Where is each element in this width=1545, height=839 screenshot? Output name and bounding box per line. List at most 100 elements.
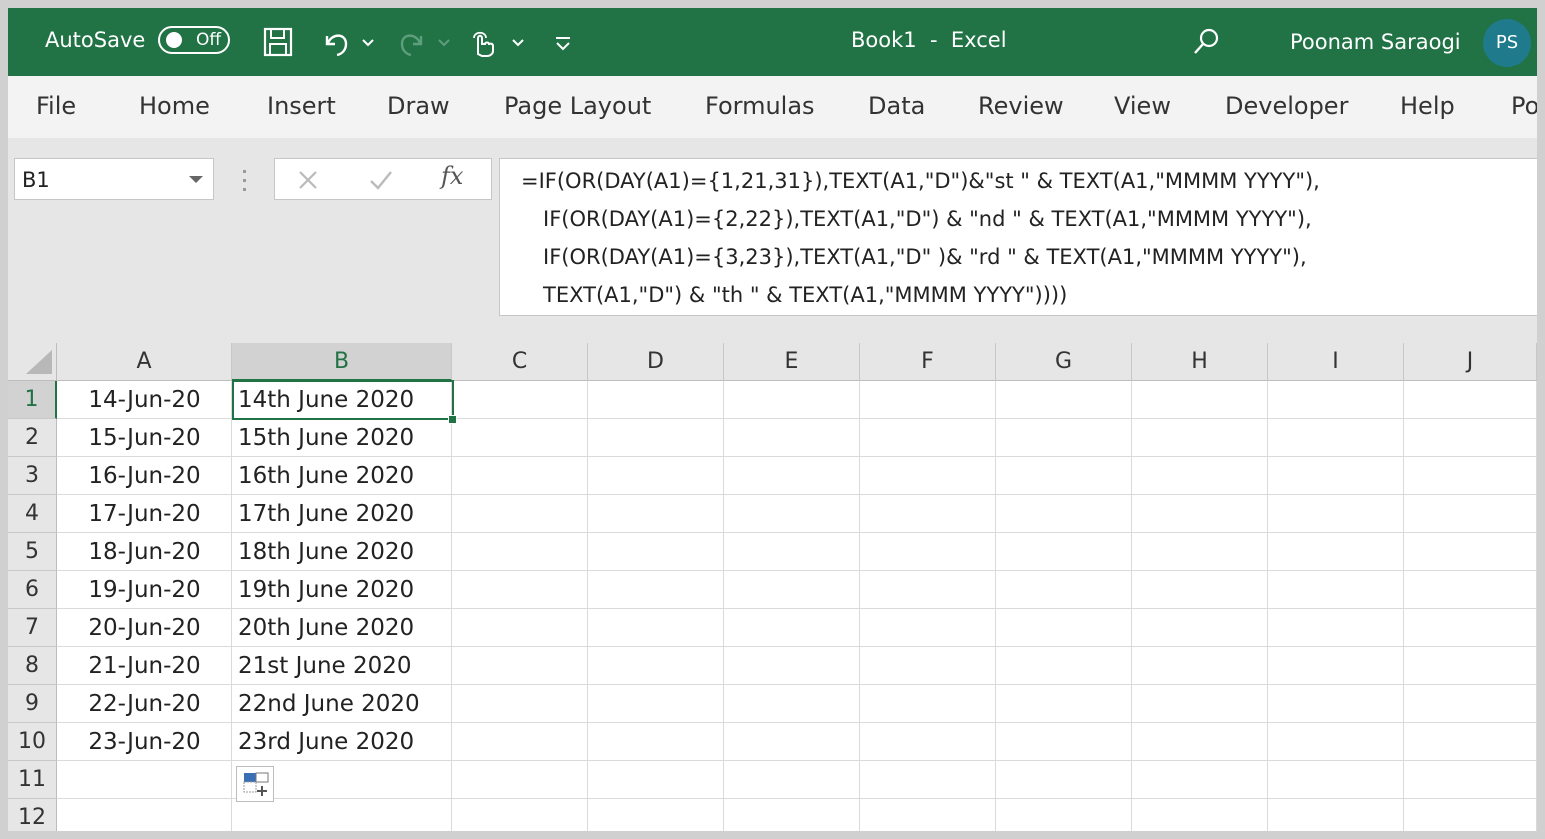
cell-b10[interactable]: 23rd June 2020	[238, 723, 458, 761]
row-header-11[interactable]: 11	[8, 761, 57, 799]
avatar[interactable]: PS	[1483, 19, 1531, 67]
search-icon[interactable]	[1188, 24, 1224, 60]
enter-check-icon[interactable]	[367, 167, 395, 193]
tab-review[interactable]: Review	[978, 92, 1064, 120]
cell-b6[interactable]: 19th June 2020	[238, 571, 458, 609]
column-header-b[interactable]: B	[232, 343, 452, 381]
autofill-options-icon	[243, 772, 269, 796]
column-gridline	[587, 381, 588, 831]
cell-a7[interactable]: 20-Jun-20	[57, 609, 232, 647]
tab-data[interactable]: Data	[868, 92, 925, 120]
column-header-h[interactable]: H	[1132, 343, 1268, 381]
tab-help[interactable]: Help	[1400, 92, 1455, 120]
formula-tools: fx	[274, 158, 492, 200]
ribbon-tabs: File Home Insert Draw Page Layout Formul…	[8, 76, 1537, 138]
column-header-e[interactable]: E	[724, 343, 860, 381]
column-header-d[interactable]: D	[588, 343, 724, 381]
autosave-toggle[interactable]: Off	[158, 26, 230, 54]
autosave-state: Off	[196, 30, 222, 50]
column-header-f[interactable]: F	[860, 343, 996, 381]
row-header-5[interactable]: 5	[8, 533, 57, 571]
resize-grip-icon[interactable]	[243, 170, 247, 192]
excel-window: AutoSave Off Book1 - Excel Poonam Saraog…	[8, 8, 1537, 831]
column-header-c[interactable]: C	[452, 343, 588, 381]
row-header-9[interactable]: 9	[8, 685, 57, 723]
fill-handle[interactable]	[448, 415, 457, 424]
cell-a10[interactable]: 23-Jun-20	[57, 723, 232, 761]
row-header-1[interactable]: 1	[8, 381, 57, 419]
cancel-icon[interactable]	[295, 167, 321, 193]
row-header-2[interactable]: 2	[8, 419, 57, 457]
column-gridline	[1403, 381, 1404, 831]
column-header-j[interactable]: J	[1404, 343, 1537, 381]
column-gridline	[995, 381, 996, 831]
column-header-i[interactable]: I	[1268, 343, 1404, 381]
formula-line-4: TEXT(A1,"D") & "th " & TEXT(A1,"MMMM YYY…	[543, 283, 1068, 307]
tab-insert[interactable]: Insert	[267, 92, 336, 120]
cell-a8[interactable]: 21-Jun-20	[57, 647, 232, 685]
cell-b3[interactable]: 16th June 2020	[238, 457, 458, 495]
column-gridline	[1131, 381, 1132, 831]
spreadsheet-grid[interactable]: ABCDEFGHIJ 1 2 3 4 5 6 7 8 9 10 11 12 14-Jun-20 15-J…	[8, 343, 1537, 831]
undo-icon[interactable]	[318, 24, 354, 60]
cell-a2[interactable]: 15-Jun-20	[57, 419, 232, 457]
redo-icon	[400, 34, 423, 57]
column-gridline	[1267, 381, 1268, 831]
formula-line-1: =IF(OR(DAY(A1)={1,21,31}),TEXT(A1,"D")&"…	[521, 169, 1320, 193]
row-header-12[interactable]: 12	[8, 799, 57, 831]
cell-b7[interactable]: 20th June 2020	[238, 609, 458, 647]
insert-function-icon[interactable]: fx	[441, 162, 463, 190]
column-header-a[interactable]: A	[57, 343, 232, 381]
tab-view[interactable]: View	[1114, 92, 1171, 120]
chevron-down-icon[interactable]	[189, 176, 203, 183]
cell-a6[interactable]: 19-Jun-20	[57, 571, 232, 609]
tab-home[interactable]: Home	[139, 92, 210, 120]
tab-developer[interactable]: Developer	[1225, 92, 1348, 120]
cell-a5[interactable]: 18-Jun-20	[57, 533, 232, 571]
quick-analysis-button[interactable]	[236, 766, 274, 802]
name-box-value: B1	[22, 168, 50, 192]
row-header-7[interactable]: 7	[8, 609, 57, 647]
row-header-3[interactable]: 3	[8, 457, 57, 495]
cell-a9[interactable]: 22-Jun-20	[57, 685, 232, 723]
tab-file[interactable]: File	[36, 92, 76, 120]
tab-power-pivot[interactable]: Po	[1511, 92, 1537, 120]
row-header-6[interactable]: 6	[8, 571, 57, 609]
touch-mode-dropdown-icon[interactable]	[508, 24, 528, 60]
document-title: Book1 - Excel	[851, 28, 1007, 52]
tab-formulas[interactable]: Formulas	[705, 92, 815, 120]
tab-draw[interactable]: Draw	[387, 92, 450, 120]
save-icon[interactable]	[260, 24, 296, 60]
row-gridline	[57, 798, 1537, 799]
toggle-knob	[166, 32, 182, 48]
cell-b5[interactable]: 18th June 2020	[238, 533, 458, 571]
cell-b4[interactable]: 17th June 2020	[238, 495, 458, 533]
cell-a3[interactable]: 16-Jun-20	[57, 457, 232, 495]
cell-a1[interactable]: 14-Jun-20	[57, 381, 232, 419]
autosave-label: AutoSave	[45, 28, 146, 52]
row-header-8[interactable]: 8	[8, 647, 57, 685]
cell-b9[interactable]: 22nd June 2020	[238, 685, 458, 723]
column-gridline	[1536, 381, 1537, 831]
row-header-4[interactable]: 4	[8, 495, 57, 533]
select-all-button[interactable]	[8, 343, 57, 381]
column-header-g[interactable]: G	[996, 343, 1132, 381]
cell-b8[interactable]: 21st June 2020	[238, 647, 458, 685]
title-bar: AutoSave Off Book1 - Excel Poonam Saraog…	[8, 8, 1537, 76]
selected-cell-border	[232, 380, 454, 420]
touch-mode-icon[interactable]	[465, 24, 501, 60]
formula-line-2: IF(OR(DAY(A1)={2,22}),TEXT(A1,"D") & "nd…	[543, 207, 1312, 231]
formula-bar-area: B1 fx =IF(OR(DAY(A1)={1,21,31}),TEXT(A1,…	[8, 138, 1537, 343]
user-name[interactable]: Poonam Saraogi	[1290, 30, 1461, 54]
cell-a4[interactable]: 17-Jun-20	[57, 495, 232, 533]
formula-input[interactable]: =IF(OR(DAY(A1)={1,21,31}),TEXT(A1,"D")&"…	[499, 158, 1537, 316]
formula-line-3: IF(OR(DAY(A1)={3,23}),TEXT(A1,"D" )& "rd…	[543, 245, 1307, 269]
customize-toolbar-icon[interactable]	[548, 24, 578, 60]
column-gridline	[723, 381, 724, 831]
row-header-10[interactable]: 10	[8, 723, 57, 761]
cell-b2[interactable]: 15th June 2020	[238, 419, 458, 457]
redo-dropdown-icon	[438, 39, 450, 47]
tab-page-layout[interactable]: Page Layout	[504, 92, 651, 120]
undo-dropdown-icon[interactable]	[358, 24, 378, 60]
name-box[interactable]: B1	[14, 158, 214, 200]
